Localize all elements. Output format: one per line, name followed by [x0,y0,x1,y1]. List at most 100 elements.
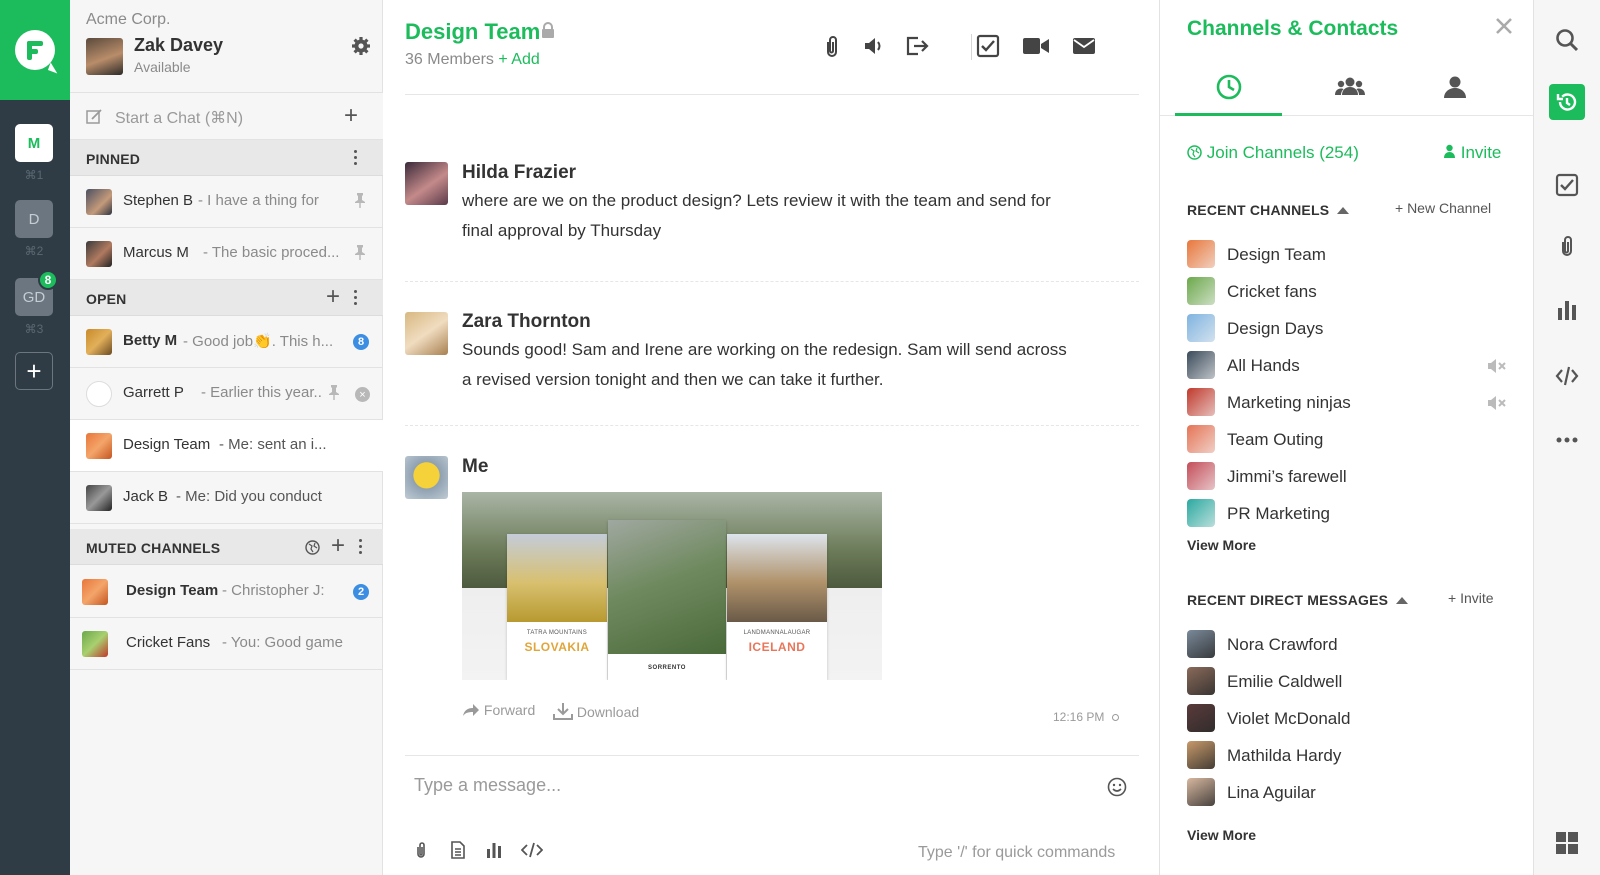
speaker-icon[interactable] [863,34,885,58]
contact-item[interactable]: Emilie Caldwell [1187,665,1507,695]
chat-row[interactable]: Garrett P - Earlier this year... × [70,368,383,420]
chat-row[interactable]: Cricket Fans - You: Good game [70,618,383,670]
add-muted-channel-icon[interactable]: + [331,534,345,558]
channel-item[interactable]: Design Team [1187,238,1507,268]
message-author[interactable]: Me [462,456,488,478]
chat-row[interactable]: Stephen B - I have a thing for [70,176,383,228]
add-open-chat-icon[interactable]: + [326,285,340,309]
channel-item[interactable]: All Hands [1187,349,1507,379]
chat-row[interactable]: Design Team - Christopher J: 2 [70,566,383,618]
apps-grid-icon[interactable] [1555,831,1579,855]
poll-icon[interactable] [485,841,503,859]
channel-title[interactable]: Design Team [405,19,540,45]
tasks-icon[interactable] [1555,173,1579,197]
contact-item[interactable]: Mathilda Hardy [1187,739,1507,769]
attach-file-icon[interactable] [413,841,431,859]
view-more-channels-link[interactable]: View More [1187,537,1256,553]
channel-avatar [1187,240,1215,268]
code-icon[interactable] [521,841,543,859]
contact-name: Mathilda Hardy [1227,746,1342,765]
tab-channels[interactable] [1294,60,1401,116]
more-options-icon[interactable] [354,150,358,166]
avatar [82,631,108,657]
channel-item[interactable]: Marketing ninjas [1187,386,1507,416]
pin-icon[interactable] [354,192,366,208]
app-toolbar [1533,0,1600,875]
chat-row[interactable]: Betty M - Good job👏. This h... 8 [70,316,383,368]
app-logo[interactable] [0,0,70,100]
more-options-icon[interactable] [359,539,363,555]
new-channel-button[interactable]: + New Channel [1395,200,1491,216]
contact-avatar [1187,741,1215,769]
channel-item[interactable]: Design Days [1187,312,1507,342]
paperclip-icon[interactable] [821,34,843,60]
analytics-icon[interactable] [1555,298,1579,322]
chat-row-selected[interactable]: Design Team - Me: sent an i... [70,420,383,472]
forward-label: Forward [483,702,536,718]
channel-item[interactable]: PR Marketing [1187,497,1507,527]
contact-item[interactable]: Lina Aguilar [1187,776,1507,806]
integrations-code-icon[interactable] [1555,364,1579,388]
task-checkbox-icon[interactable] [976,34,1000,58]
download-action[interactable]: Download [553,702,639,720]
message-input[interactable] [405,770,1085,800]
member-count[interactable]: 36 Members [405,51,494,68]
message-avatar[interactable] [405,162,448,205]
channel-item[interactable]: Jimmi’s farewell [1187,460,1507,490]
globe-icon[interactable] [305,540,320,555]
add-workspace-button[interactable]: + [15,352,53,390]
close-chat-icon[interactable]: × [355,387,370,402]
video-call-icon[interactable] [1022,34,1050,58]
pin-icon[interactable] [328,384,340,400]
muted-speaker-icon[interactable] [1487,359,1507,373]
start-chat-label: Start a Chat (⌘N) [115,110,244,127]
message-author[interactable]: Hilda Frazier [462,162,576,184]
contact-item[interactable]: Nora Crawford [1187,628,1507,658]
gear-icon[interactable] [351,36,371,56]
tab-recent[interactable] [1175,60,1282,116]
message-composer: Type '/' for quick commands [405,755,1139,875]
join-channels-link[interactable]: Join Channels (254) [1187,143,1359,163]
chat-preview: - You: Good game [222,634,343,651]
channel-item[interactable]: Team Outing [1187,423,1507,453]
new-chat-plus-icon[interactable]: + [344,104,358,128]
forward-action[interactable]: Forward [462,702,535,718]
chat-row[interactable]: Marcus M - The basic proced... [70,228,383,280]
search-icon[interactable] [1555,28,1579,52]
message-avatar[interactable] [405,456,448,499]
contact-item[interactable]: Violet McDonald [1187,702,1507,732]
start-chat-row[interactable]: Start a Chat (⌘N) + [70,92,383,140]
image-attachment[interactable]: TATRA MOUNTAINS SLOVAKIA SORRENTO LANDMA… [462,492,882,680]
compose-icon [86,109,102,124]
invite-link[interactable]: Invite [1443,143,1501,163]
invite-contact-button[interactable]: + Invite [1448,590,1494,606]
user-status[interactable]: Available [134,59,191,75]
workspace-d[interactable]: D [15,200,53,238]
channel-name: Marketing ninjas [1227,393,1351,412]
recent-dm-header[interactable]: RECENT DIRECT MESSAGES [1187,592,1409,608]
muted-speaker-icon[interactable] [1487,396,1507,410]
more-icon[interactable] [1555,428,1579,452]
pin-icon[interactable] [354,244,366,260]
message-author[interactable]: Zara Thornton [462,311,591,333]
more-options-icon[interactable] [354,290,358,306]
add-member-link[interactable]: + Add [498,51,539,68]
mail-icon[interactable] [1072,34,1096,58]
close-icon[interactable] [1495,17,1513,35]
channel-item[interactable]: Cricket fans [1187,275,1507,305]
workspace-m[interactable]: M [15,124,53,162]
snippet-icon[interactable] [449,841,467,859]
recent-channels-header[interactable]: RECENT CHANNELS [1187,202,1350,218]
view-more-dms-link[interactable]: View More [1187,827,1256,843]
user-avatar[interactable] [86,38,123,75]
chat-row[interactable]: Jack B - Me: Did you conduct [70,472,383,524]
tab-contacts[interactable] [1401,60,1508,116]
emoji-icon[interactable] [1107,777,1127,797]
chat-preview: - Earlier this year... [201,384,323,401]
section-title: PINNED [86,151,141,167]
files-icon[interactable] [1555,234,1579,258]
leave-channel-icon[interactable] [905,34,929,58]
message-avatar[interactable] [405,312,448,355]
contact-avatar [1187,704,1215,732]
message-text: where are we on the product design? Lets… [462,191,1051,240]
